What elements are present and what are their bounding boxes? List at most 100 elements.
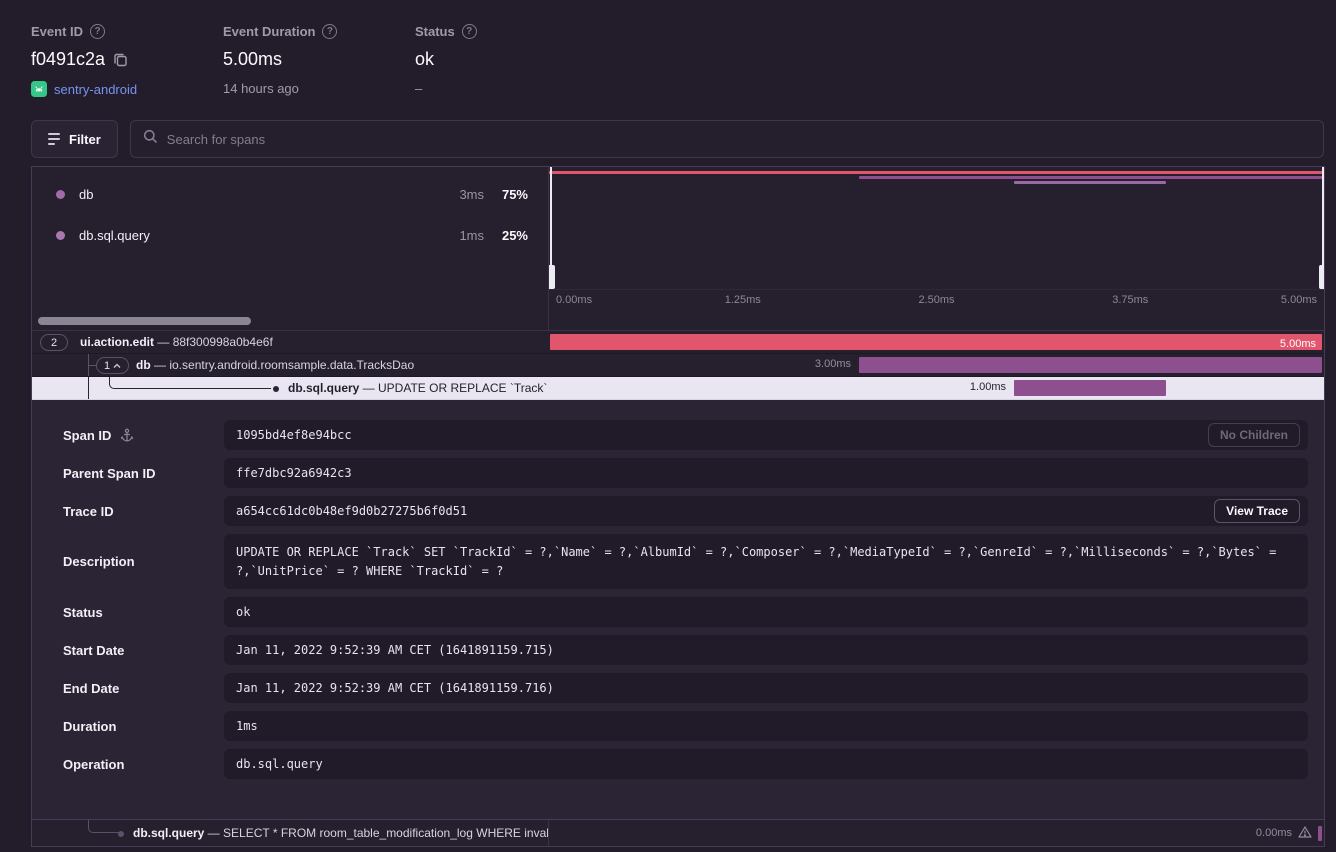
detail-label: End Date (63, 681, 119, 696)
filter-button[interactable]: Filter (31, 120, 118, 158)
detail-row-span-id: Span ID 1095bd4ef8e94bcc No Children (48, 420, 1308, 450)
legend-row-db-sql-query[interactable]: db.sql.query 1ms 25% (32, 221, 548, 249)
tree-line (88, 377, 89, 399)
operation-value: db.sql.query (236, 757, 323, 771)
project-link[interactable]: sentry-android (54, 82, 137, 97)
status-block: Status ? ok – (415, 24, 477, 96)
warning-icon (1298, 826, 1312, 841)
legend-percent: 75% (484, 187, 528, 202)
legend-op: db.sql.query (79, 228, 438, 243)
span-bar: 5.00ms (550, 334, 1322, 350)
separator: — (359, 381, 378, 395)
help-icon[interactable]: ? (90, 24, 105, 39)
detail-label: Trace ID (63, 504, 114, 519)
chevron-up-icon (113, 363, 121, 369)
span-duration: 5.00ms (1280, 338, 1316, 350)
detail-label: Description (63, 554, 135, 569)
children-count-badge[interactable]: 2 (40, 334, 68, 351)
span-row-db-sql-query-selected[interactable]: db.sql.query — UPDATE OR REPLACE `Track`… (32, 377, 1324, 400)
axis-tick: 1.25ms (725, 294, 761, 306)
tree-elbow (109, 377, 271, 389)
tree-dot (118, 831, 124, 837)
search-icon (143, 129, 158, 149)
zero-duration-span-bar (1318, 826, 1322, 841)
event-id-value: f0491c2a (31, 49, 105, 70)
copy-icon[interactable] (113, 52, 128, 67)
minimap-span-ui-action-edit (549, 171, 1324, 174)
span-bar (1014, 380, 1166, 396)
event-duration-block: Event Duration ? 5.00ms 14 hours ago (223, 24, 337, 96)
detail-row-end-date: End Date Jan 11, 2022 9:52:39 AM CET (16… (48, 673, 1308, 703)
separator: — (151, 358, 170, 372)
detail-row-trace-id: Trace ID a654cc61dc0b48ef9d0b27275b6f0d5… (48, 496, 1308, 526)
separator: — (204, 826, 223, 840)
span-desc: UPDATE OR REPLACE `Track` SET `TrackId` … (378, 381, 549, 395)
minimap-right-handle[interactable] (1318, 167, 1324, 289)
span-search-box[interactable] (130, 120, 1324, 158)
detail-row-parent-span-id: Parent Span ID ffe7dbc92a6942c3 (48, 458, 1308, 488)
minimap-span-db-sql-query (1014, 181, 1166, 184)
duration-value: 1ms (236, 719, 258, 733)
detail-row-start-date: Start Date Jan 11, 2022 9:52:39 AM CET (… (48, 635, 1308, 665)
event-duration-label: Event Duration (223, 24, 315, 39)
span-duration: 1.00ms (970, 381, 1006, 393)
legend-duration: 1ms (438, 228, 484, 243)
status-label: Status (415, 24, 455, 39)
legend-row-db[interactable]: db 3ms 75% (32, 180, 548, 208)
children-count-badge-expanded[interactable]: 1 (96, 357, 129, 374)
anchor-icon[interactable] (120, 428, 134, 443)
filter-button-label: Filter (69, 132, 101, 147)
span-op: ui.action.edit (80, 335, 154, 349)
separator: — (154, 335, 173, 349)
help-icon[interactable]: ? (322, 24, 337, 39)
legend-percent: 25% (484, 228, 528, 243)
trace-view-panel: db 3ms 75% db.sql.query 1ms 25% (31, 166, 1325, 847)
detail-label: Status (63, 605, 103, 620)
trace-id-value: a654cc61dc0b48ef9d0b27275b6f0d51 (236, 504, 467, 518)
span-desc: io.sentry.android.roomsample.data.Tracks… (169, 358, 414, 372)
event-id-label: Event ID (31, 24, 83, 39)
span-op: db.sql.query (133, 826, 204, 840)
tree-dot (273, 386, 279, 392)
span-op: db.sql.query (288, 381, 359, 395)
span-duration: 3.00ms (815, 358, 851, 370)
detail-label: Span ID (63, 428, 111, 443)
detail-label: Parent Span ID (63, 466, 155, 481)
span-row-db[interactable]: 1 db — io.sentry.android.roomsample.data… (32, 354, 1324, 377)
span-bar (859, 357, 1322, 373)
span-row-ui-action-edit[interactable]: 2 ui.action.edit — 88f300998a0b4e6f 5.00… (32, 331, 1324, 354)
search-input[interactable] (167, 132, 1311, 147)
end-date-value: Jan 11, 2022 9:52:39 AM CET (1641891159.… (236, 681, 554, 695)
span-op: db (136, 358, 151, 372)
status-detail-value: ok (236, 605, 250, 619)
legend-duration: 3ms (438, 187, 484, 202)
span-id-value: 1095bd4ef8e94bcc (236, 428, 352, 442)
tree-horizontal-scrollbar[interactable] (38, 317, 251, 325)
trace-minimap[interactable] (549, 167, 1324, 289)
help-icon[interactable]: ? (462, 24, 477, 39)
detail-label: Operation (63, 757, 124, 772)
minimap-span-db (859, 176, 1324, 179)
legend-dot-icon (56, 190, 65, 199)
detail-row-duration: Duration 1ms (48, 711, 1308, 741)
detail-row-description: Description UPDATE OR REPLACE `Track` SE… (48, 534, 1308, 589)
event-id-label-row: Event ID ? (31, 24, 137, 39)
axis-tick: 5.00ms (1281, 294, 1317, 306)
event-id-block: Event ID ? f0491c2a sentry-android (31, 24, 137, 97)
filter-icon (48, 133, 60, 145)
view-trace-button[interactable]: View Trace (1214, 499, 1300, 523)
no-children-button[interactable]: No Children (1208, 423, 1300, 447)
minimap-left-handle[interactable] (549, 167, 555, 289)
legend-dot-icon (56, 231, 65, 240)
detail-label: Start Date (63, 643, 124, 658)
detail-row-operation: Operation db.sql.query (48, 749, 1308, 779)
start-date-value: Jan 11, 2022 9:52:39 AM CET (1641891159.… (236, 643, 554, 657)
span-detail-panel: Span ID 1095bd4ef8e94bcc No Children Par… (32, 400, 1324, 819)
span-desc: 88f300998a0b4e6f (173, 335, 273, 349)
spans-toolbar: Filter (31, 120, 1324, 158)
tree-elbow (88, 820, 120, 833)
event-duration-value: 5.00ms (223, 49, 282, 70)
span-row-db-sql-query-select[interactable]: db.sql.query — SELECT * FROM room_table_… (32, 819, 1324, 846)
axis-tick: 2.50ms (918, 294, 954, 306)
event-duration-ago: 14 hours ago (223, 81, 299, 96)
